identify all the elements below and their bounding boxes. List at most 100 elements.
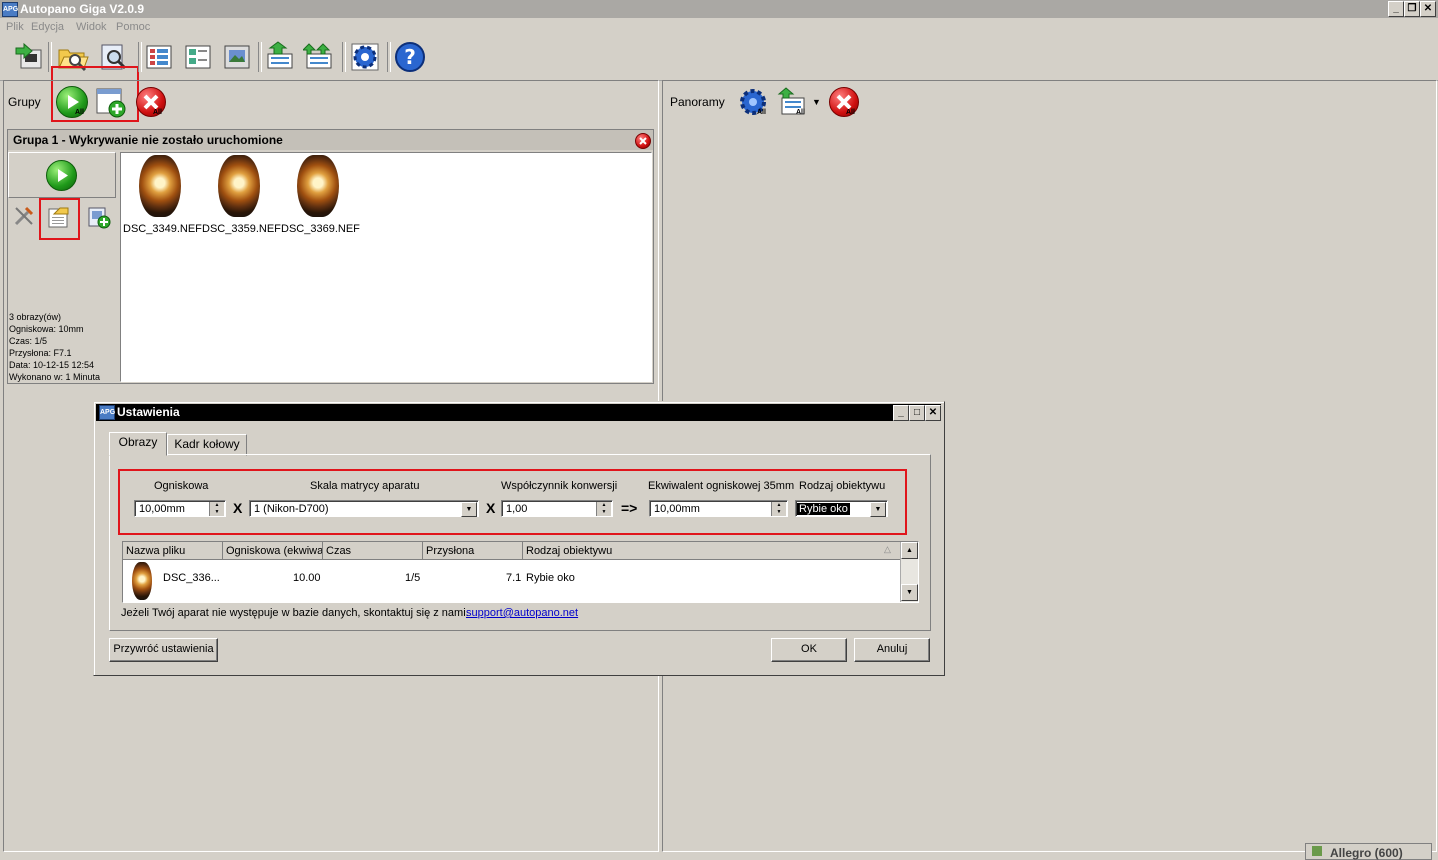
menu-plik[interactable]: Plik: [6, 21, 24, 33]
status-icon: [1312, 846, 1322, 856]
table-scrollbar[interactable]: ▲ ▼: [900, 542, 918, 602]
restore-settings-button[interactable]: Przywróć ustawienia: [109, 638, 218, 662]
info-focal: Ogniskowa: 10mm: [9, 324, 84, 334]
image-filename: DSC_3349.NEF: [123, 223, 202, 235]
equivalent-stepper[interactable]: ▲ ▼: [771, 502, 786, 516]
preview-view-icon[interactable]: [220, 40, 254, 74]
lens-type-select[interactable]: Rybie oko ▼: [795, 500, 888, 517]
all-badge: All: [153, 109, 162, 116]
grid-view-icon[interactable]: [142, 40, 176, 74]
play-icon: [46, 160, 77, 191]
minimize-button[interactable]: _: [1388, 1, 1404, 17]
conversion-stepper[interactable]: ▲ ▼: [596, 502, 611, 516]
cancel-button[interactable]: Anuluj: [854, 638, 930, 662]
all-badge: All: [757, 109, 766, 116]
chevron-down-icon[interactable]: ▼: [812, 97, 821, 107]
detail-view-icon[interactable]: [181, 40, 215, 74]
import-icon[interactable]: [12, 40, 46, 74]
app-title: Autopano Giga V2.0.9: [20, 2, 145, 16]
title-bar: APG Autopano Giga V2.0.9 _ ❐ ✕: [0, 0, 1438, 18]
multiply-sign: X: [233, 500, 243, 516]
col-header-time[interactable]: Czas: [323, 542, 423, 560]
conversion-value: 1,00: [506, 503, 528, 515]
contact-text: Jeżeli Twój aparat nie występuje w bazie…: [121, 607, 469, 619]
equivalent-label: Ekwiwalent ogniskowej 35mm: [648, 480, 795, 492]
restore-button[interactable]: ❐: [1404, 1, 1420, 17]
group-panel: Grupa 1 - Wykrywanie nie zostało uruchom…: [7, 129, 654, 384]
focal-label: Ogniskowa: [154, 480, 209, 492]
image-thumbnail[interactable]: [139, 155, 181, 217]
scroll-up-button[interactable]: ▲: [901, 542, 918, 559]
tools-icon[interactable]: [12, 204, 36, 228]
toolbar: ?: [0, 36, 1438, 122]
conversion-input[interactable]: 1,00 ▲ ▼: [501, 500, 613, 517]
chevron-down-icon[interactable]: ▼: [461, 502, 477, 517]
col-header-lens[interactable]: Rodzaj obiektywu: [523, 542, 900, 560]
info-aperture: Przysłona: F7.1: [9, 348, 72, 358]
row-file[interactable]: DSC_336...: [163, 572, 220, 584]
menu-bar: Plik Edycja Widok Pomoc: [0, 18, 1438, 36]
settings-dialog: APG Ustawienia _ □ ✕ Obrazy Kadr kołowy …: [93, 401, 945, 676]
tab-content: Ogniskowa 10,00mm ▲ ▼ X Skala matrycy apa…: [109, 454, 931, 631]
focal-input[interactable]: 10,00mm ▲ ▼: [134, 500, 226, 517]
image-thumbnail[interactable]: [297, 155, 339, 217]
close-group-icon[interactable]: [635, 133, 651, 149]
close-button[interactable]: ✕: [1420, 1, 1436, 17]
batch-export-icon[interactable]: [301, 40, 337, 74]
menu-pomoc[interactable]: Pomoc: [116, 21, 150, 33]
col-header-aperture[interactable]: Przysłona: [423, 542, 523, 560]
col-header-file[interactable]: Nazwa pliku: [123, 542, 223, 560]
sensor-label: Skala matrycy aparatu: [310, 480, 420, 492]
row-aperture: 7.1: [506, 572, 522, 584]
info-date: Data: 10-12-15 12:54: [9, 360, 95, 370]
help-icon[interactable]: ?: [393, 40, 427, 74]
lens-type-value: Rybie oko: [797, 503, 850, 515]
dialog-maximize-button[interactable]: □: [909, 405, 925, 421]
image-thumbnail[interactable]: [218, 155, 260, 217]
add-images-icon[interactable]: [86, 204, 112, 230]
col-header-focal[interactable]: Ogniskowa (ekwiwa: [223, 542, 323, 560]
highlight-box-settings: [39, 198, 80, 240]
groups-label: Grupy: [8, 95, 41, 109]
status-bar-item: Allegro (600): [1305, 843, 1432, 860]
row-thumbnail: [132, 562, 152, 600]
support-link[interactable]: support@autopano.net: [466, 607, 578, 619]
dialog-title: Ustawienia: [117, 405, 180, 419]
row-lens: Rybie oko: [526, 572, 575, 584]
dialog-title-bar: APG Ustawienia _ □ ✕: [96, 404, 941, 421]
sensor-select[interactable]: 1 (Nikon-D700) ▼: [249, 500, 479, 517]
info-count: 3 obrazy(ów): [9, 312, 62, 322]
settings-gear-icon[interactable]: [348, 40, 382, 74]
tab-obrazy[interactable]: Obrazy: [109, 432, 167, 456]
multiply-sign: X: [486, 500, 496, 516]
svg-text:?: ?: [404, 45, 416, 69]
lens-type-label: Rodzaj obiektywu: [799, 480, 886, 492]
row-time: 1/5: [405, 572, 421, 584]
focal-value: 10,00mm: [139, 503, 185, 515]
images-table: Nazwa pliku Ogniskowa (ekwiwa Czas Przys…: [122, 541, 919, 603]
ok-button[interactable]: OK: [771, 638, 847, 662]
all-badge: All: [75, 109, 84, 116]
detect-group-button[interactable]: [8, 152, 116, 198]
menu-widok[interactable]: Widok: [76, 21, 107, 33]
chevron-down-icon[interactable]: ▼: [870, 502, 886, 517]
scroll-down-button[interactable]: ▼: [901, 584, 918, 601]
add-group-icon[interactable]: [95, 86, 127, 118]
menu-edycja[interactable]: Edycja: [31, 21, 64, 33]
all-badge: All: [796, 109, 805, 116]
image-filename: DSC_3369.NEF: [281, 223, 360, 235]
export-icon[interactable]: [264, 40, 298, 74]
dialog-app-icon: APG: [99, 405, 115, 420]
all-badge: All: [846, 109, 855, 116]
info-time: Czas: 1/5: [9, 336, 48, 346]
equivalent-input[interactable]: 10,00mm ▲ ▼: [649, 500, 788, 517]
row-focal: 10.00: [293, 572, 321, 584]
dialog-minimize-button[interactable]: _: [893, 405, 909, 421]
toolbar-separator: [258, 42, 262, 72]
dialog-close-button[interactable]: ✕: [925, 405, 941, 421]
result-arrow: =>: [621, 500, 638, 516]
sensor-value: 1 (Nikon-D700): [254, 503, 329, 515]
focal-stepper[interactable]: ▲ ▼: [209, 502, 224, 516]
tab-kadr-kolowy[interactable]: Kadr kołowy: [167, 434, 247, 456]
group-header: Grupa 1 - Wykrywanie nie zostało uruchom…: [8, 130, 653, 150]
